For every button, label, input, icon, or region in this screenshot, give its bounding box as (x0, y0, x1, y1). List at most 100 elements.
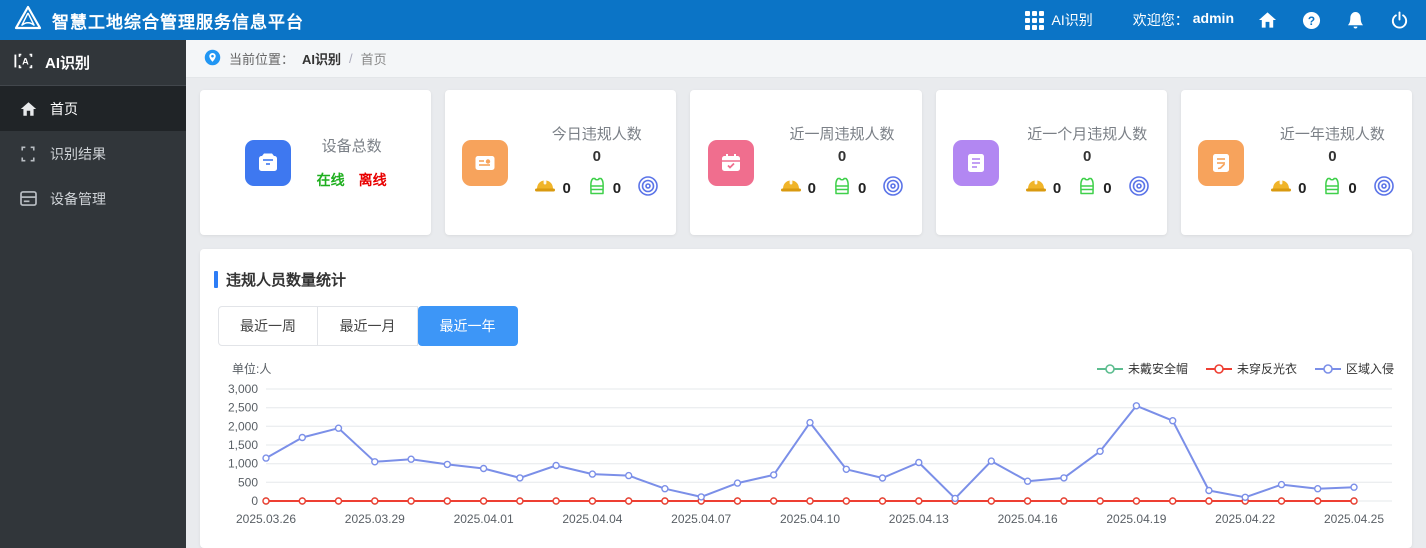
svg-text:?: ? (1307, 13, 1314, 27)
svg-text:2025.04.04: 2025.04.04 (562, 512, 622, 526)
svg-text:2025.03.26: 2025.03.26 (236, 512, 296, 526)
card-title: 今日违规人数 (551, 126, 642, 143)
vest-icon (1322, 177, 1342, 200)
sidebar-item-home[interactable]: 首页 (0, 86, 186, 131)
sidebar-item-device-management[interactable]: 设备管理 (0, 176, 186, 221)
breadcrumb-separator: / (349, 51, 353, 66)
apps-grid-icon (1024, 10, 1044, 30)
main-content: 当前位置： AI识别 / 首页 设备总数 在线 离线 今日违规人数 0 0 0 … (186, 40, 1426, 548)
vest-count: 0 (1348, 180, 1357, 197)
svg-text:1,500: 1,500 (228, 438, 258, 452)
card-total: 0 (1083, 148, 1092, 165)
svg-text:2025.04.22: 2025.04.22 (1215, 512, 1275, 526)
device-archive-icon (244, 139, 291, 186)
svg-text:1,000: 1,000 (228, 457, 258, 471)
card-total: 0 (837, 148, 847, 165)
violations-line-chart: 0 500 1,000 1,500 2,000 2,500 3,000 2025.03.26 2… (214, 379, 1398, 536)
help-icon[interactable]: ? (1300, 9, 1322, 31)
online-label: 在线 (316, 172, 345, 188)
sidebar-item-label: 设备管理 (50, 190, 106, 207)
tab-last-month[interactable]: 最近一月 (318, 306, 418, 346)
stat-card-week-violations: 近一周违规人数 0 0 0 (690, 90, 922, 235)
welcome-text: 欢迎您： admin (1133, 10, 1234, 30)
spiral-icon (637, 175, 659, 202)
home-icon[interactable] (1256, 9, 1278, 31)
app-switcher-label: AI识别 (1051, 12, 1093, 28)
top-bar: 智慧工地综合管理服务信息平台 AI识别 欢迎您： admin ? (0, 0, 1426, 40)
welcome-label: 欢迎您： (1132, 12, 1189, 28)
breadcrumb-prefix: 当前位置： (229, 52, 295, 67)
svg-text:2025.04.19: 2025.04.19 (1106, 512, 1166, 526)
svg-text:2025.03.29: 2025.03.29 (345, 512, 405, 526)
breadcrumb-current: 首页 (360, 52, 387, 67)
device-icon (18, 191, 38, 206)
app-title: 智慧工地综合管理服务信息平台 (52, 12, 304, 32)
ai-scan-icon: A (14, 51, 36, 75)
helmet-count: 0 (1298, 180, 1307, 197)
app-switcher[interactable]: AI识别 (1024, 10, 1093, 30)
sidebar-item-label: 首页 (50, 100, 78, 117)
vest-icon (832, 177, 852, 200)
vest-icon (587, 177, 607, 200)
card-title: 设备总数 (321, 138, 382, 155)
page: 智慧工地综合管理服务信息平台 AI识别 欢迎您： admin ? A AI识别 … (0, 0, 1426, 548)
stat-card-today-violations: 今日违规人数 0 0 0 (445, 90, 677, 235)
helmet-count: 0 (562, 180, 571, 197)
tab-last-year[interactable]: 最近一年 (418, 306, 518, 346)
sidebar-item-recognition-results[interactable]: 识别结果 (0, 131, 186, 176)
location-pin-icon (204, 49, 221, 69)
svg-text:2025.04.16: 2025.04.16 (998, 512, 1058, 526)
brand: 智慧工地综合管理服务信息平台 (14, 5, 304, 36)
card-title: 近一周违规人数 (789, 126, 895, 143)
violations-chart-card: 违规人员数量统计 最近一周 最近一月 最近一年 单位:人 未戴安全帽 未穿反光衣… (200, 249, 1412, 548)
stat-card-year-violations: 近一年违规人数 0 0 0 (1180, 90, 1413, 235)
username: admin (1192, 10, 1234, 26)
stat-card-month-violations: 近一个月违规人数 0 0 0 (935, 90, 1167, 235)
card-title: 近一个月违规人数 (1027, 126, 1148, 143)
offline-label: 离线 (358, 172, 387, 188)
card-total: 0 (592, 148, 601, 165)
sidebar: A AI识别 首页 识别结果 设备管理 (0, 40, 186, 548)
spiral-icon (882, 175, 904, 202)
sidebar-item-label: 识别结果 (50, 145, 106, 162)
calendar-icon (707, 139, 754, 186)
svg-text:2025.04.10: 2025.04.10 (780, 512, 840, 526)
svg-text:3,000: 3,000 (228, 382, 258, 396)
vest-count: 0 (1103, 180, 1112, 197)
scan-frame-icon (18, 146, 38, 162)
card-title: 近一年违规人数 (1279, 126, 1385, 143)
id-card-icon (462, 139, 509, 186)
home-icon (18, 101, 38, 117)
range-tabs: 最近一周 最近一月 最近一年 (218, 306, 1398, 346)
helmet-icon (1025, 178, 1047, 199)
svg-text:500: 500 (238, 475, 258, 489)
sidebar-nav: 首页 识别结果 设备管理 (0, 86, 186, 221)
card-total: 0 (1328, 148, 1337, 165)
breadcrumb: 当前位置： AI识别 / 首页 (186, 40, 1426, 78)
helmet-count: 0 (807, 180, 816, 197)
svg-text:2,500: 2,500 (228, 401, 258, 415)
legend-item-intrusion[interactable]: 区域入侵 (1314, 360, 1394, 377)
power-icon[interactable] (1388, 9, 1410, 31)
stat-cards-row: 设备总数 在线 离线 今日违规人数 0 0 0 近一周违规人数 0 0 0 近一… (200, 90, 1413, 235)
helmet-icon (1270, 178, 1292, 199)
vest-count: 0 (612, 180, 622, 197)
stat-card-device-total: 设备总数 在线 离线 (200, 90, 432, 235)
breadcrumb-root: AI识别 (302, 52, 342, 67)
legend-item-helmet[interactable]: 未戴安全帽 (1096, 360, 1188, 377)
svg-text:2025.04.07: 2025.04.07 (671, 512, 731, 526)
legend-item-vest[interactable]: 未穿反光衣 (1205, 360, 1297, 377)
svg-text:0: 0 (251, 494, 258, 508)
helmet-count: 0 (1052, 180, 1062, 197)
sidebar-header: A AI识别 (0, 40, 186, 86)
svg-text:2025.04.25: 2025.04.25 (1324, 512, 1384, 526)
bell-icon[interactable] (1344, 9, 1366, 31)
svg-text:2,000: 2,000 (228, 419, 258, 433)
chart-meta-row: 单位:人 未戴安全帽 未穿反光衣 区域入侵 (232, 360, 1394, 377)
report-icon (952, 139, 999, 186)
helmet-icon (780, 178, 802, 199)
spiral-icon (1128, 175, 1150, 202)
tab-last-week[interactable]: 最近一周 (218, 306, 318, 346)
section-title: 违规人员数量统计 (214, 269, 1398, 290)
vest-count: 0 (858, 180, 867, 197)
